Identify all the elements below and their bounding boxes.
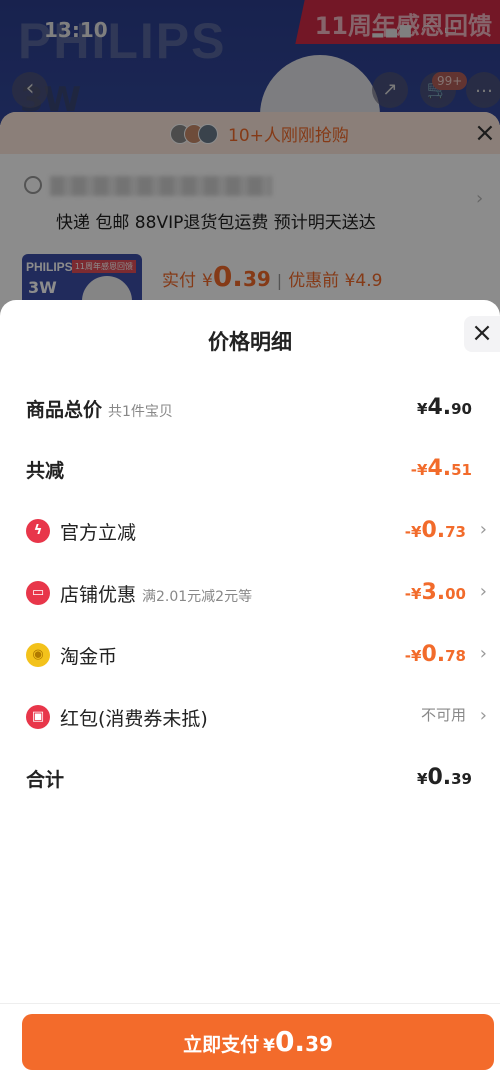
- currency: -¥: [410, 461, 428, 479]
- row-goods-total: 商品总价 共1件宝贝 ¥4.90: [0, 388, 500, 428]
- pay-currency: ¥: [263, 1036, 275, 1056]
- total-discount-label: 共减: [26, 460, 65, 482]
- pay-integer: 0.: [274, 1025, 306, 1058]
- store-discount-label: 店铺优惠: [60, 584, 137, 606]
- chevron-right-icon: ›: [479, 519, 487, 540]
- row-store-discount[interactable]: ▭ 店铺优惠 满2.01元减2元等 -¥3.00 ›: [0, 573, 500, 613]
- amount-integer: 0.: [421, 642, 446, 667]
- store-discount-value: -¥3.00: [405, 580, 466, 605]
- chevron-right-icon: ›: [479, 705, 487, 726]
- store-icon: ▭: [26, 581, 50, 605]
- pay-button-label: 立即支付: [183, 1034, 260, 1056]
- coin-icon: ◉: [26, 643, 50, 667]
- grand-total-label: 合计: [26, 769, 65, 791]
- lightning-icon: ϟ: [26, 519, 50, 543]
- row-label: 店铺优惠 满2.01元减2元等: [60, 580, 252, 607]
- grand-total-value: ¥0.39: [417, 765, 472, 790]
- row-taobao-coins[interactable]: ◉ 淘金币 -¥0.78 ›: [0, 635, 500, 675]
- pay-now-button[interactable]: 立即支付 ¥0.39: [22, 1014, 494, 1070]
- item-count: 共1件宝贝: [108, 404, 173, 420]
- footer-divider: [0, 1003, 500, 1004]
- amount-decimal: 73: [445, 523, 466, 541]
- currency: ¥: [417, 400, 428, 418]
- red-packet-value: 不可用: [421, 704, 466, 725]
- amount-decimal: 00: [445, 585, 466, 603]
- coins-label: 淘金币: [60, 646, 118, 668]
- row-official-discount[interactable]: ϟ 官方立减 -¥0.73 ›: [0, 511, 500, 551]
- coins-value: -¥0.78: [405, 642, 466, 667]
- goods-total-label: 商品总价: [26, 399, 103, 421]
- red-packet-label: 红包(消费券未抵): [60, 708, 208, 730]
- pay-decimal: 39: [305, 1032, 333, 1056]
- row-total-discount: 共减 -¥4.51: [0, 449, 500, 489]
- amount-integer: 0.: [427, 765, 452, 790]
- total-discount-value: -¥4.51: [411, 456, 472, 481]
- amount-decimal: 78: [445, 647, 466, 665]
- currency: -¥: [404, 523, 422, 541]
- amount-integer: 0.: [421, 518, 446, 543]
- unavailable-text: 不可用: [420, 706, 466, 724]
- goods-total-value: ¥4.90: [417, 395, 472, 420]
- chevron-right-icon: ›: [479, 581, 487, 602]
- chevron-right-icon: ›: [479, 643, 487, 664]
- official-discount-value: -¥0.73: [405, 518, 466, 543]
- official-discount-label: 官方立减: [60, 522, 137, 544]
- red-packet-icon: ▣: [26, 705, 50, 729]
- store-discount-rule: 满2.01元减2元等: [142, 589, 253, 605]
- currency: -¥: [404, 647, 422, 665]
- sheet-title: 价格明细: [208, 330, 292, 354]
- price-detail-sheet: 价格明细 × 商品总价 共1件宝贝 ¥4.90 共减 -¥4.51 ϟ 官方立减 …: [0, 300, 500, 1073]
- amount-decimal: 90: [451, 400, 472, 418]
- currency: ¥: [417, 770, 428, 788]
- amount-integer: 3.: [421, 580, 446, 605]
- amount-decimal: 39: [451, 770, 472, 788]
- amount-integer: 4.: [427, 395, 452, 420]
- amount-decimal: 51: [451, 461, 472, 479]
- row-grand-total: 合计 ¥0.39: [0, 758, 500, 798]
- amount-integer: 4.: [427, 456, 452, 481]
- close-icon[interactable]: ×: [464, 316, 500, 352]
- currency: -¥: [404, 585, 422, 603]
- row-label: 商品总价 共1件宝贝: [26, 395, 173, 422]
- row-red-packet[interactable]: ▣ 红包(消费券未抵) 不可用 ›: [0, 697, 500, 737]
